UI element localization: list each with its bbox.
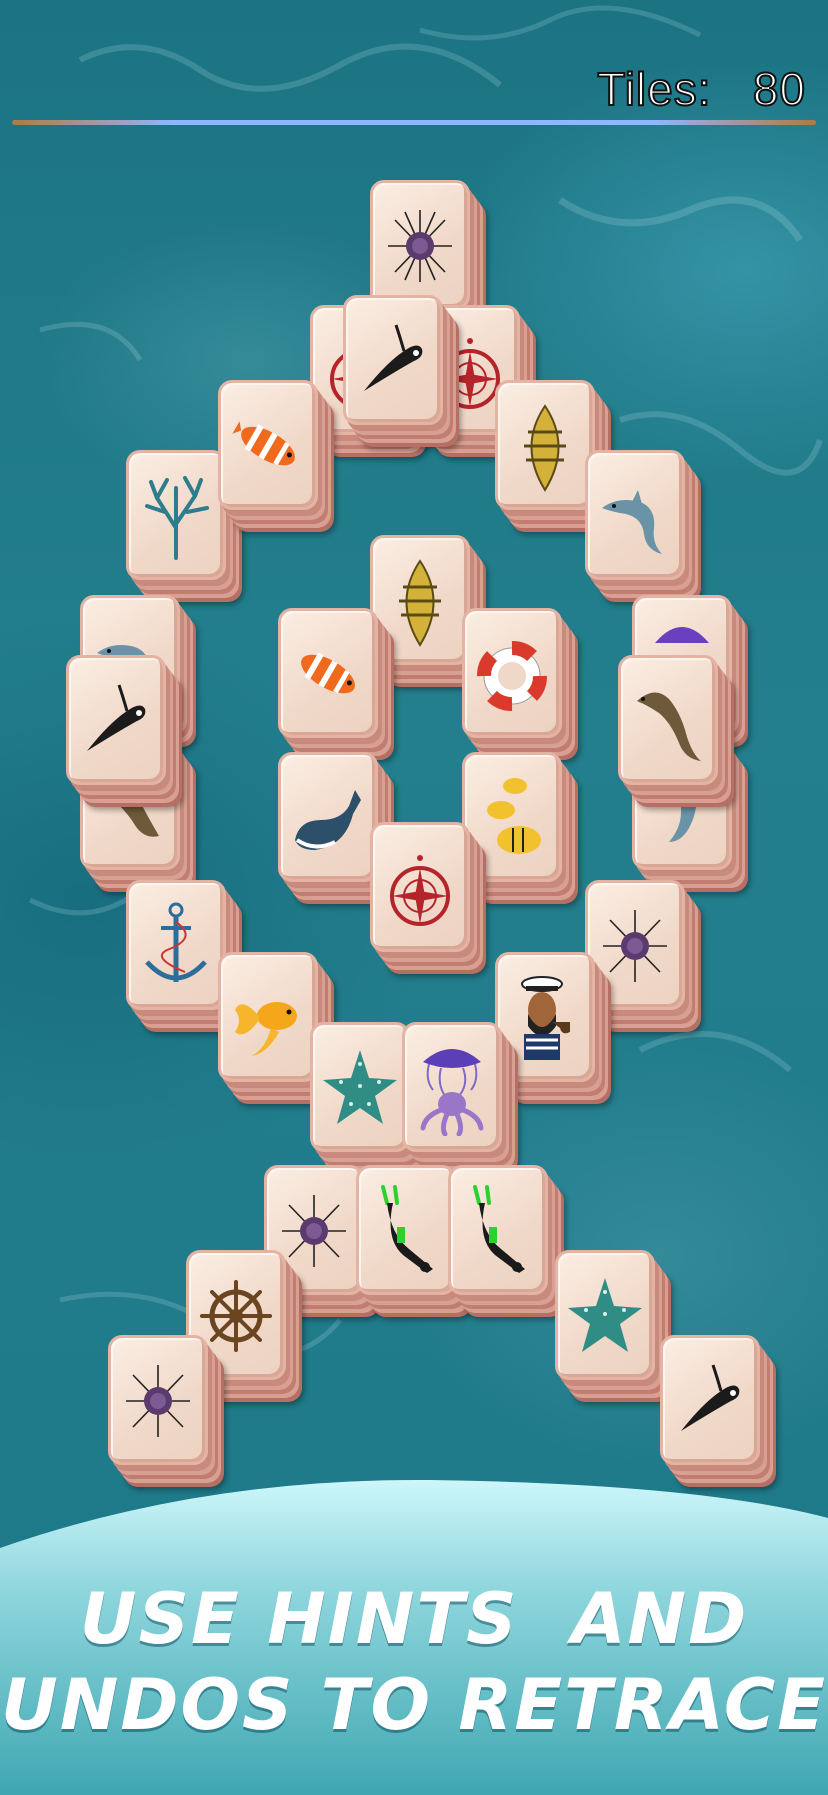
tile-diver[interactable] (356, 1165, 460, 1301)
tile-starfish[interactable] (555, 1250, 659, 1386)
boat-icon (524, 404, 566, 492)
tile-boat[interactable] (370, 535, 474, 671)
tile-urchin[interactable] (585, 880, 689, 1016)
tile-lifebuoy[interactable] (462, 608, 566, 744)
boat-icon (399, 559, 441, 647)
urchin-icon (603, 910, 667, 982)
diver-icon (473, 1185, 525, 1273)
coral-icon (145, 476, 209, 560)
tiles-counter: Tiles: 80 (596, 62, 806, 116)
anchor-icon (145, 902, 207, 982)
tile-goldfish[interactable] (218, 952, 322, 1088)
tile-sailor[interactable] (495, 952, 599, 1088)
tile-yellowfish[interactable] (462, 752, 566, 888)
game-board: Tiles: 80 USE HINTS AND UNDOS TO RETRACE (0, 0, 828, 1795)
starfish-icon (323, 1050, 397, 1124)
manta-icon (87, 684, 146, 751)
header-divider (12, 120, 816, 125)
tile-urchin[interactable] (108, 1335, 212, 1471)
manta-icon (681, 1364, 740, 1431)
manta-icon (364, 324, 423, 391)
urchin-icon (388, 210, 452, 282)
tile-dolphin[interactable] (585, 450, 689, 586)
clownfish-icon (301, 652, 355, 694)
tile-boat[interactable] (495, 380, 599, 516)
octopus-icon (420, 1049, 484, 1136)
seal-icon (637, 692, 701, 761)
diver-icon (381, 1185, 433, 1273)
tile-starfish[interactable] (310, 1022, 414, 1158)
tile-urchin[interactable] (370, 180, 474, 316)
tile-manta[interactable] (660, 1335, 764, 1471)
tile-clownfish[interactable] (218, 380, 322, 516)
compass-icon (390, 855, 450, 926)
tile-manta[interactable] (343, 295, 447, 431)
lifebuoy-icon (477, 641, 547, 711)
promo-caption-line2: UNDOS TO RETRACE (0, 1664, 828, 1746)
urchin-icon (126, 1365, 190, 1437)
sailor-icon (521, 976, 570, 1060)
whale-icon (295, 790, 361, 850)
tile-manta[interactable] (66, 655, 170, 791)
starfish-icon (568, 1278, 642, 1352)
tile-compass[interactable] (370, 822, 474, 958)
goldfish-icon (235, 1002, 297, 1056)
tile-octopus[interactable] (402, 1022, 506, 1158)
clownfish-icon (226, 415, 295, 466)
promo-caption-line1: USE HINTS AND (79, 1578, 749, 1660)
tile-clownfish[interactable] (278, 608, 382, 744)
dolphin-icon (602, 490, 662, 554)
tile-whale[interactable] (278, 752, 382, 888)
tile-seal[interactable] (618, 655, 722, 791)
tile-anchor[interactable] (126, 880, 230, 1016)
yellowfish-icon (487, 778, 541, 854)
tile-coral[interactable] (126, 450, 230, 586)
tile-diver[interactable] (448, 1165, 552, 1301)
